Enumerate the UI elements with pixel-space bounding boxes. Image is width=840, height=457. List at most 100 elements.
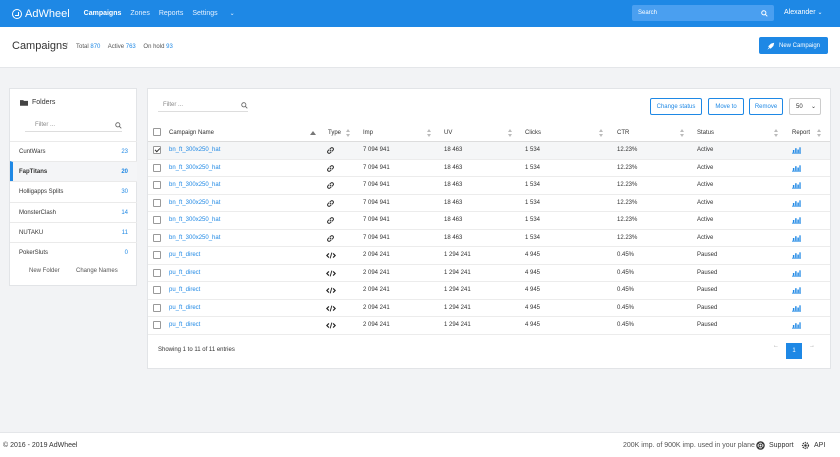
campaign-name-link[interactable]: bn_ft_300x250_hat xyxy=(169,165,220,171)
campaign-name-link[interactable]: bn_ft_300x250_hat xyxy=(169,147,220,153)
col-report[interactable]: Report xyxy=(792,130,810,136)
change-status-button[interactable]: Change status xyxy=(650,98,702,115)
clicks-value: 4 945 xyxy=(525,322,541,328)
campaign-name-link[interactable]: pu_ft_direct xyxy=(169,322,200,328)
sort-icon[interactable] xyxy=(599,129,604,137)
move-to-button[interactable]: Move to xyxy=(708,98,744,115)
campaign-name-link[interactable]: pu_ft_direct xyxy=(169,270,200,276)
row-checkbox[interactable] xyxy=(153,146,161,154)
col-campaign-name[interactable]: Campaign Name xyxy=(169,130,214,136)
report-chart-icon[interactable] xyxy=(792,304,801,312)
table-row[interactable]: pu_ft_direct 2 094 241 1 294 241 4 945 0.45%… xyxy=(148,300,830,317)
folder-item-holligapps-splits[interactable]: Holligapps Splits 30 xyxy=(10,181,137,201)
table-row[interactable]: bn_ft_300x250_hat 7 094 941 18 463 1 534 12.… xyxy=(148,160,830,177)
sort-icon[interactable] xyxy=(508,129,513,137)
row-checkbox[interactable] xyxy=(153,268,161,277)
folder-item-nutaku[interactable]: NUTAKU 11 xyxy=(10,222,137,242)
row-checkbox[interactable] xyxy=(153,216,161,224)
report-chart-icon[interactable] xyxy=(792,199,801,207)
sort-icon[interactable] xyxy=(680,129,685,137)
pager-next-button[interactable]: → xyxy=(809,343,815,349)
pager-prev-button[interactable]: ← xyxy=(773,343,779,349)
user-menu[interactable]: Alexander ⌄ xyxy=(784,9,823,16)
sort-icon[interactable] xyxy=(774,129,779,137)
table-row[interactable]: pu_ft_direct 2 094 241 1 294 241 4 945 0.45%… xyxy=(148,317,830,335)
folder-item-pokersluts[interactable]: PokerSluts 0 xyxy=(10,242,137,262)
campaign-name-link[interactable]: bn_ft_300x250_hat xyxy=(169,182,220,188)
table-row[interactable]: bn_ft_300x250_hat 7 094 941 18 463 1 534 12.… xyxy=(148,212,830,230)
col-clicks[interactable]: Clicks xyxy=(525,130,541,136)
table-filter-input[interactable]: Filter ... xyxy=(158,99,248,112)
row-checkbox[interactable] xyxy=(153,286,161,294)
report-chart-icon[interactable] xyxy=(792,251,801,259)
nav-settings[interactable]: Settings ⌄ xyxy=(192,10,243,17)
table-row[interactable]: bn_ft_300x250_hat 7 094 941 18 463 1 534 12.… xyxy=(148,230,830,247)
col-imp[interactable]: Imp xyxy=(363,130,373,136)
support-link[interactable]: Support xyxy=(756,441,794,450)
folder-count: 20 xyxy=(121,168,128,175)
row-checkbox[interactable] xyxy=(153,181,161,189)
campaign-name-link[interactable]: bn_ft_300x250_hat xyxy=(169,235,220,241)
folder-item-cuntwars[interactable]: CuntWars 23 xyxy=(10,141,137,161)
select-all-checkbox[interactable] xyxy=(153,128,161,136)
ctr-value: 0.45% xyxy=(617,287,635,293)
report-chart-icon[interactable] xyxy=(792,164,801,172)
status-value: Active xyxy=(697,164,714,171)
row-checkbox[interactable] xyxy=(153,303,161,312)
page-size-select[interactable]: 50 ⌄ xyxy=(789,98,821,115)
folder-filter-input[interactable]: Filter ... xyxy=(25,119,122,132)
campaign-name-link[interactable]: pu_ft_direct xyxy=(169,305,200,311)
app-logo[interactable]: AdWheel xyxy=(12,8,70,20)
report-chart-icon[interactable] xyxy=(792,146,801,154)
lifebuoy-icon xyxy=(756,441,765,450)
change-names-button[interactable]: Change Names xyxy=(76,268,118,274)
table-row[interactable]: pu_ft_direct 2 094 241 1 294 241 4 945 0.45%… xyxy=(148,282,830,300)
sort-icon[interactable] xyxy=(346,129,351,137)
row-checkbox[interactable] xyxy=(153,233,161,242)
link-icon xyxy=(326,199,336,208)
row-checkbox[interactable] xyxy=(153,163,161,172)
folder-item-monsterclash[interactable]: MonsterClash 14 xyxy=(10,202,137,222)
campaign-name-link[interactable]: pu_ft_direct xyxy=(169,287,200,293)
sort-asc-icon[interactable] xyxy=(310,131,316,135)
folder-item-faptitans[interactable]: FapTitans 20 xyxy=(10,161,137,181)
sort-icon[interactable] xyxy=(817,129,822,137)
table-row[interactable]: pu_ft_direct 2 094 241 1 294 241 4 945 0.45%… xyxy=(148,265,830,282)
campaign-name-link[interactable]: bn_ft_300x250_hat xyxy=(169,217,220,223)
new-campaign-button[interactable]: New Campaign xyxy=(759,37,828,54)
sort-icon[interactable] xyxy=(427,129,432,137)
campaign-name-link[interactable]: bn_ft_300x250_hat xyxy=(169,200,220,206)
pager-page-1[interactable]: 1 xyxy=(786,343,802,359)
uv-value: 1 294 241 xyxy=(444,304,471,311)
row-checkbox[interactable] xyxy=(153,321,161,329)
table-row[interactable]: bn_ft_300x250_hat 7 094 941 18 463 1 534 12.… xyxy=(148,142,830,160)
nav-zones[interactable]: Zones xyxy=(130,10,149,17)
report-chart-icon[interactable] xyxy=(792,234,801,242)
search-input[interactable]: Search xyxy=(632,5,774,21)
code-icon xyxy=(326,251,336,260)
row-checkbox[interactable] xyxy=(153,251,161,259)
report-chart-icon[interactable] xyxy=(792,216,801,224)
col-status[interactable]: Status xyxy=(697,130,714,136)
ctr-value: 0.45% xyxy=(617,304,635,311)
col-type[interactable]: Type xyxy=(328,130,341,136)
col-ctr[interactable]: CTR xyxy=(617,130,629,136)
table-row[interactable]: pu_ft_direct 2 094 241 1 294 241 4 945 0.45%… xyxy=(148,247,830,265)
nav-campaigns[interactable]: Campaigns xyxy=(84,10,122,17)
link-icon xyxy=(326,146,336,155)
row-checkbox[interactable] xyxy=(153,198,161,207)
status-value: Paused xyxy=(697,252,718,258)
campaign-name-link[interactable]: pu_ft_direct xyxy=(169,252,200,258)
report-chart-icon[interactable] xyxy=(792,321,801,329)
report-chart-icon[interactable] xyxy=(792,269,801,277)
uv-value: 1 294 241 xyxy=(444,269,471,276)
new-folder-button[interactable]: New Folder xyxy=(29,268,60,274)
col-uv[interactable]: UV xyxy=(444,130,452,136)
report-chart-icon[interactable] xyxy=(792,181,801,189)
report-chart-icon[interactable] xyxy=(792,286,801,294)
api-link[interactable]: API xyxy=(801,441,825,450)
table-row[interactable]: bn_ft_300x250_hat 7 094 941 18 463 1 534 12.… xyxy=(148,195,830,212)
remove-button[interactable]: Remove xyxy=(749,98,783,115)
nav-reports[interactable]: Reports xyxy=(159,10,184,17)
table-row[interactable]: bn_ft_300x250_hat 7 094 941 18 463 1 534 12.… xyxy=(148,177,830,195)
